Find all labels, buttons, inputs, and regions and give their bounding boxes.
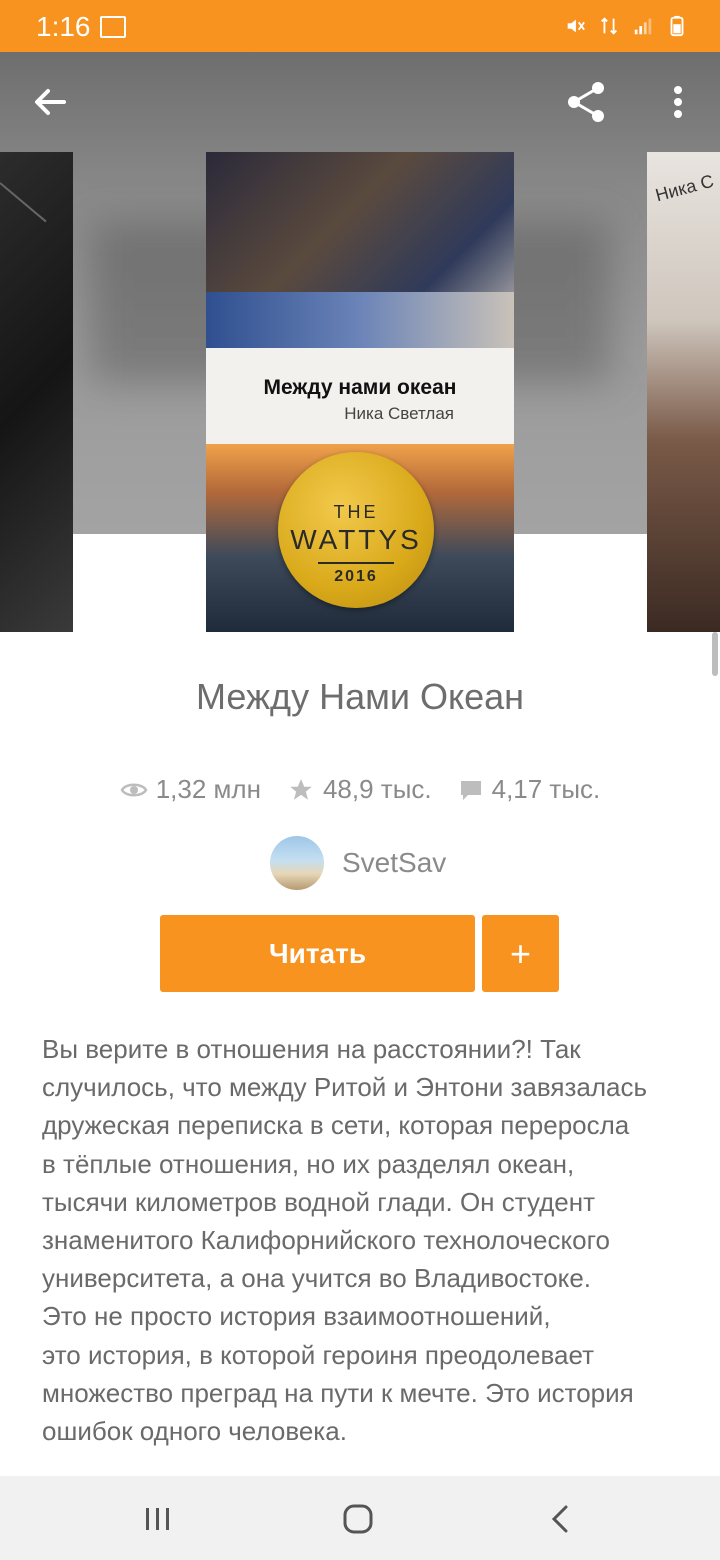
votes-stat: 48,9 тыс. (287, 774, 432, 805)
data-icon (601, 17, 617, 35)
more-vertical-icon[interactable] (664, 80, 692, 124)
badge-the: THE (333, 502, 379, 522)
recents-icon[interactable] (143, 1506, 173, 1532)
cover-next[interactable]: Ника С (647, 152, 720, 632)
author-name[interactable]: SvetSav (342, 847, 446, 879)
arrow-left-icon[interactable] (28, 80, 72, 124)
author-row[interactable]: SvetSav (270, 836, 446, 890)
comments-count: 4,17 тыс. (491, 774, 601, 804)
add-to-library-button[interactable]: + (482, 915, 559, 992)
votes-count: 48,9 тыс. (322, 774, 432, 804)
cover-next-text: Ника С (653, 170, 716, 206)
eye-icon (120, 783, 148, 796)
battery-icon (670, 15, 684, 37)
wattys-badge: THE WATTYS 2016 (278, 452, 434, 608)
badge-year: 2016 (334, 568, 378, 585)
scrollbar[interactable] (712, 632, 718, 676)
views-stat: 1,32 млн (120, 774, 261, 805)
views-count: 1,32 млн (155, 774, 261, 804)
status-icons (564, 12, 688, 40)
badge-name: WATTYS (290, 524, 422, 555)
cover-title: Между нами океан (263, 376, 457, 399)
comments-stat: 4,17 тыс. (458, 774, 601, 805)
read-button[interactable]: Читать (160, 915, 475, 992)
cover-photo-bed (206, 292, 514, 352)
cover-current[interactable]: Между нами океан Ника Светлая THE WATTYS… (206, 152, 514, 632)
image-icon (100, 16, 126, 38)
avatar[interactable] (270, 836, 324, 890)
cover-decoration (0, 182, 47, 223)
mute-icon (567, 19, 585, 33)
status-bar: 1:16 (0, 0, 720, 52)
back-icon[interactable] (548, 1504, 572, 1534)
book-description: Вы верите в отношения на расстоянии?! Та… (42, 1034, 648, 1447)
book-stats: 1,32 млн 48,9 тыс. 4,17 тыс. (0, 774, 720, 805)
signal-icon (634, 18, 652, 35)
share-icon[interactable] (562, 78, 610, 126)
cover-author: Ника Светлая (344, 404, 454, 423)
badge-divider (318, 562, 394, 564)
cover-previous[interactable] (0, 152, 73, 632)
star-icon (290, 778, 312, 800)
comment-icon (460, 780, 481, 800)
home-icon[interactable] (342, 1503, 374, 1535)
book-title: Между Нами Океан (195, 676, 525, 717)
status-time: 1:16 (36, 11, 91, 42)
